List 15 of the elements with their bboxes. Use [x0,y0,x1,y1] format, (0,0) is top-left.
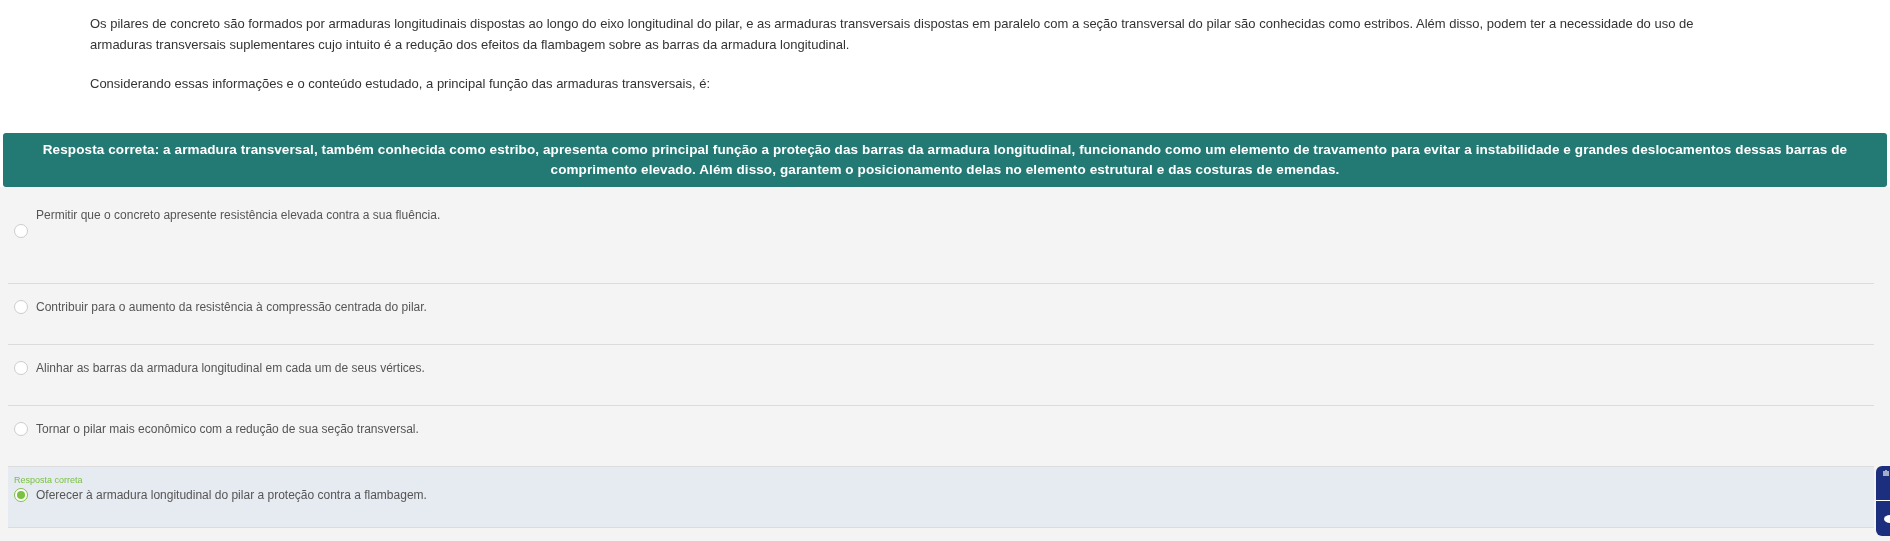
answer-option[interactable]: Resposta correta Oferecer à armadura longitudinal do pilar a proteção contra a flambagem. [8,467,1874,528]
option-text: Tornar o pilar mais econômico com a redução de sua seção transversal. [36,421,419,437]
feedback-banner: Resposta correta: a armadura transversal, também conhecida como estribo, apresenta como principal função a proteção das barras da armadura longitudinal, funcionando como um elemento de travamento para evitar a instabilidade e grandes deslocamentos dessas barras de comprimento elevado. Além disso, garantem o posicionamento delas no elemento estrutural e das costuras de emendas. [3,133,1887,187]
radio-button[interactable] [14,422,28,436]
radio-button[interactable] [14,300,28,314]
radio-button[interactable] [14,224,28,238]
correct-answer-label: Resposta correta [14,475,84,486]
question-text: Considerando essas informações e o conteúdo estudado, a principal função das armaduras transversais, é: [90,75,712,93]
option-text: Alinhar as barras da armadura longitudinal em cada um de seus vértices. [36,360,425,376]
radio-button[interactable] [14,361,28,375]
option-text: Permitir que o concreto apresente resistência elevada contra a sua fluência. [36,207,441,223]
radio-button[interactable] [14,488,28,502]
option-text: Oferecer à armadura longitudinal do pilar a proteção contra a flambagem. [36,487,427,503]
question-text: Os pilares de concreto são formados por armaduras longitudinais dispostas ao longo do eixo longitudinal do pilar, e as armaduras transversais dispostas em paralelo com a seção transversal do pilar são conhecidas como estribos. Além disso, podem ter a necessidade do uso de armaduras transversais suplementares cujo intuito é a redução dos efeitos da flambagem sobre as barras da armadura longitudinal. [90,15,1695,54]
option-text: Contribuir para o aumento da resistência à compressão centrada do pilar. [36,299,427,315]
